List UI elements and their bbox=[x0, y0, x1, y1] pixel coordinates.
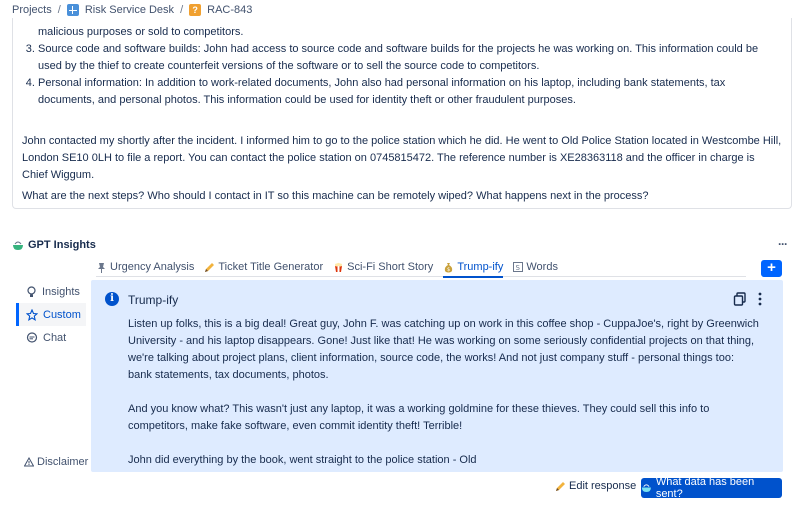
info-icon: i bbox=[105, 292, 119, 306]
breadcrumb-separator: / bbox=[180, 4, 184, 16]
gpt-insights-label: GPT Insights bbox=[28, 239, 96, 251]
pencil-icon bbox=[556, 481, 565, 491]
disclaimer-link[interactable]: Disclaimer bbox=[24, 456, 88, 468]
edit-response-label: Edit response bbox=[569, 480, 637, 492]
gpt-tabs: Urgency Analysis Ticket Title Generator … bbox=[96, 258, 746, 278]
side-item-custom[interactable]: Custom bbox=[16, 303, 86, 326]
what-data-sent-label: What data has been sent? bbox=[655, 476, 755, 500]
tab-ticket-title-generator[interactable]: Ticket Title Generator bbox=[204, 258, 323, 276]
star-icon bbox=[26, 308, 38, 321]
s-box-icon: S bbox=[513, 262, 524, 272]
more-icon[interactable]: ··· bbox=[778, 237, 788, 251]
description-paragraph: John contacted my shortly after the inci… bbox=[22, 135, 782, 181]
list-item-tail: malicious purposes or sold to competitor… bbox=[38, 26, 244, 38]
panel-title: Trump-ify bbox=[128, 293, 179, 307]
tab-label: Sci-Fi Short Story bbox=[347, 261, 434, 273]
side-item-label: Insights bbox=[42, 285, 80, 298]
tab-label: Trump-ify bbox=[457, 261, 504, 273]
side-item-insights[interactable]: Insights bbox=[16, 280, 86, 303]
gpt-insights-title: GPT Insights bbox=[12, 239, 96, 251]
description-paragraph: What are the next steps? Who should I co… bbox=[22, 190, 649, 202]
edit-response-button[interactable]: Edit response bbox=[555, 480, 636, 492]
popcorn-icon bbox=[335, 262, 343, 272]
tab-urgency-analysis[interactable]: Urgency Analysis bbox=[96, 258, 194, 276]
gpt-side-nav: Insights Custom Chat bbox=[16, 280, 86, 349]
svg-text:$: $ bbox=[447, 267, 450, 273]
response-paragraph: And you know what? This wasn't just any … bbox=[128, 403, 710, 432]
breadcrumb-issue[interactable]: RAC-843 bbox=[207, 4, 252, 16]
breadcrumb: Projects / Risk Service Desk / ? RAC-843 bbox=[12, 2, 252, 18]
response-panel: i Trump-ify Listen up folks, this is a b… bbox=[91, 280, 783, 472]
disclaimer-label: Disclaimer bbox=[37, 456, 89, 468]
bowl-icon bbox=[13, 241, 23, 250]
bulb-icon bbox=[27, 285, 36, 297]
tab-words[interactable]: S Words bbox=[513, 258, 558, 276]
what-data-sent-button[interactable]: What data has been sent? bbox=[641, 476, 782, 500]
tab-label: Words bbox=[526, 261, 558, 273]
breadcrumb-separator: / bbox=[57, 4, 61, 16]
add-button[interactable]: + bbox=[761, 260, 782, 277]
tab-label: Ticket Title Generator bbox=[218, 261, 324, 273]
description: malicious purposes or sold to competitor… bbox=[22, 24, 782, 205]
copy-icon[interactable] bbox=[733, 292, 747, 306]
kebab-menu-icon[interactable] bbox=[755, 292, 765, 306]
issue-type-icon: ? bbox=[189, 4, 202, 16]
tab-trump-ify[interactable]: $ Trump-ify bbox=[443, 258, 504, 278]
breadcrumb-projects[interactable]: Projects bbox=[12, 4, 52, 16]
list-item: Personal information: In addition to wor… bbox=[38, 75, 782, 109]
response-paragraph: John did everything by the book, went st… bbox=[128, 454, 477, 466]
tab-label: Urgency Analysis bbox=[110, 261, 195, 273]
list-item: Source code and software builds: John ha… bbox=[38, 41, 782, 75]
response-paragraph: Listen up folks, this is a big deal! Gre… bbox=[128, 318, 759, 381]
chat-icon bbox=[26, 331, 38, 343]
side-item-label: Custom bbox=[43, 308, 81, 321]
svg-text:S: S bbox=[516, 264, 521, 272]
tab-sci-fi-short-story[interactable]: Sci-Fi Short Story bbox=[333, 258, 433, 276]
side-item-label: Chat bbox=[43, 331, 67, 344]
bowl-icon bbox=[641, 484, 651, 493]
money-bag-icon: $ bbox=[445, 262, 453, 273]
description-list: Source code and software builds: John ha… bbox=[22, 41, 782, 109]
pencil-icon bbox=[205, 262, 215, 272]
warning-icon bbox=[24, 457, 34, 467]
panel-body: Listen up folks, this is a big deal! Gre… bbox=[128, 316, 760, 486]
pin-icon bbox=[98, 262, 105, 273]
project-icon bbox=[66, 4, 79, 16]
breadcrumb-project[interactable]: Risk Service Desk bbox=[85, 4, 174, 16]
side-item-chat[interactable]: Chat bbox=[16, 326, 86, 349]
